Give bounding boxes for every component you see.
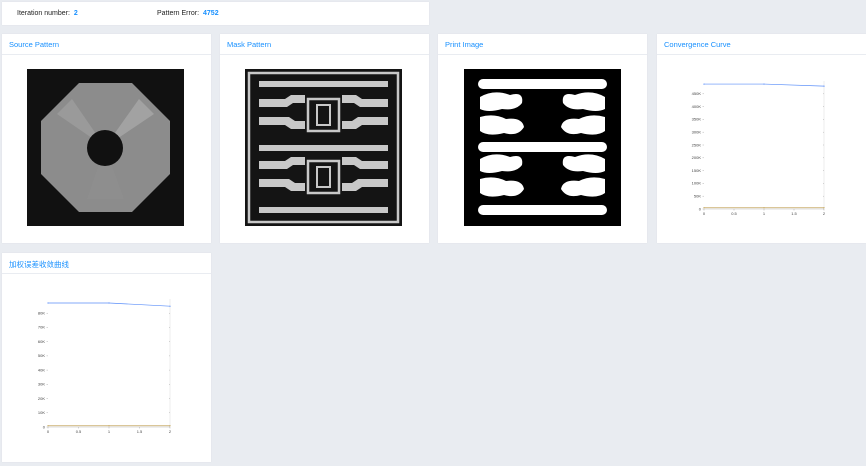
panel-divider — [2, 54, 211, 55]
series-point-1 — [823, 207, 825, 209]
y-tick-label: 400K — [692, 104, 702, 109]
weighted-error-chart: 0 10K 20K 30K 40K 50K 60K 70K 80K 0 0.5 1 1.5 2 — [38, 299, 172, 434]
y-tick-label: 300K — [692, 130, 702, 135]
source-pattern-title: Source Pattern — [9, 40, 60, 49]
y-tick-label: 150K — [692, 168, 702, 173]
y-tick-label: 200K — [692, 155, 702, 160]
mask-pattern-panel: Mask Pattern — [220, 34, 429, 243]
print-image-panel: Print Image — [438, 34, 647, 243]
x-tick-label: 1.5 — [137, 429, 143, 434]
status-bar: Iteration number: 2 Pattern Error: 4752 — [2, 2, 429, 25]
pattern-error-indicator: Pattern Error: 4752 — [157, 10, 219, 17]
y-tick-label: 100K — [692, 181, 702, 186]
y-tick-label: 0 — [699, 206, 702, 211]
iteration-indicator: Iteration number: 2 — [17, 10, 78, 17]
x-tick-label: 1 — [108, 429, 111, 434]
source-pattern-panel: Source Pattern — [2, 34, 211, 243]
y-tick-label: 20K — [38, 396, 45, 401]
source-pattern-image — [27, 69, 184, 226]
print-image-title: Print Image — [445, 40, 484, 49]
iteration-label: Iteration number: — [17, 10, 70, 17]
y-tick-label: 60K — [38, 339, 45, 344]
x-tick-label: 0.5 — [731, 211, 737, 216]
mask-pattern-title: Mask Pattern — [227, 40, 272, 49]
convergence-curve-panel: Convergence Curve 0 50K 100K 150K 200K 250K 30… — [657, 34, 866, 243]
pattern-error-value: 4752 — [203, 10, 219, 17]
x-tick-label: 1.5 — [791, 211, 797, 216]
x-tick-label: 0 — [703, 211, 706, 216]
pattern-error-label: Pattern Error: — [157, 10, 200, 17]
y-tick-label: 250K — [692, 142, 702, 147]
series-point-0 — [763, 83, 765, 85]
x-tick-label: 0 — [47, 429, 50, 434]
panel-divider — [438, 54, 647, 55]
y-tick-label: 50K — [38, 353, 45, 358]
x-tick-label: 2 — [169, 429, 172, 434]
y-tick-label: 350K — [692, 117, 702, 122]
series-point-1 — [108, 425, 110, 427]
x-tick-label: 0.5 — [76, 429, 82, 434]
y-tick-label: 30K — [38, 382, 45, 387]
series-point-1 — [703, 207, 705, 209]
series-point-0 — [169, 305, 171, 307]
mask-pattern-image — [245, 69, 402, 226]
iteration-value: 2 — [73, 10, 78, 17]
y-tick-label: 0 — [43, 424, 46, 429]
series-point-1 — [169, 425, 171, 427]
series-point-1 — [763, 207, 765, 209]
series-point-0 — [47, 302, 49, 304]
x-tick-label: 1 — [763, 211, 766, 216]
weighted-error-panel: 加权误差收敛曲线 0 10K 20K 30K 40K 50K 60K 70K 80K 0 0.5 1 1… — [2, 253, 211, 462]
y-tick-label: 40K — [38, 367, 45, 372]
y-tick-label: 80K — [38, 311, 45, 316]
series-point-0 — [108, 302, 110, 304]
convergence-chart: 0 50K 100K 150K 200K 250K 300K 350K 400K 450K 0 0.5… — [692, 81, 826, 216]
series-point-0 — [823, 85, 825, 87]
x-tick-label: 2 — [823, 211, 826, 216]
panel-divider — [220, 54, 429, 55]
series-point-1 — [47, 425, 49, 427]
print-image — [464, 69, 621, 226]
y-tick-label: 450K — [692, 91, 702, 96]
y-tick-label: 70K — [38, 325, 45, 330]
y-tick-label: 50K — [694, 194, 701, 199]
series-point-0 — [703, 83, 705, 85]
y-tick-label: 10K — [38, 410, 45, 415]
